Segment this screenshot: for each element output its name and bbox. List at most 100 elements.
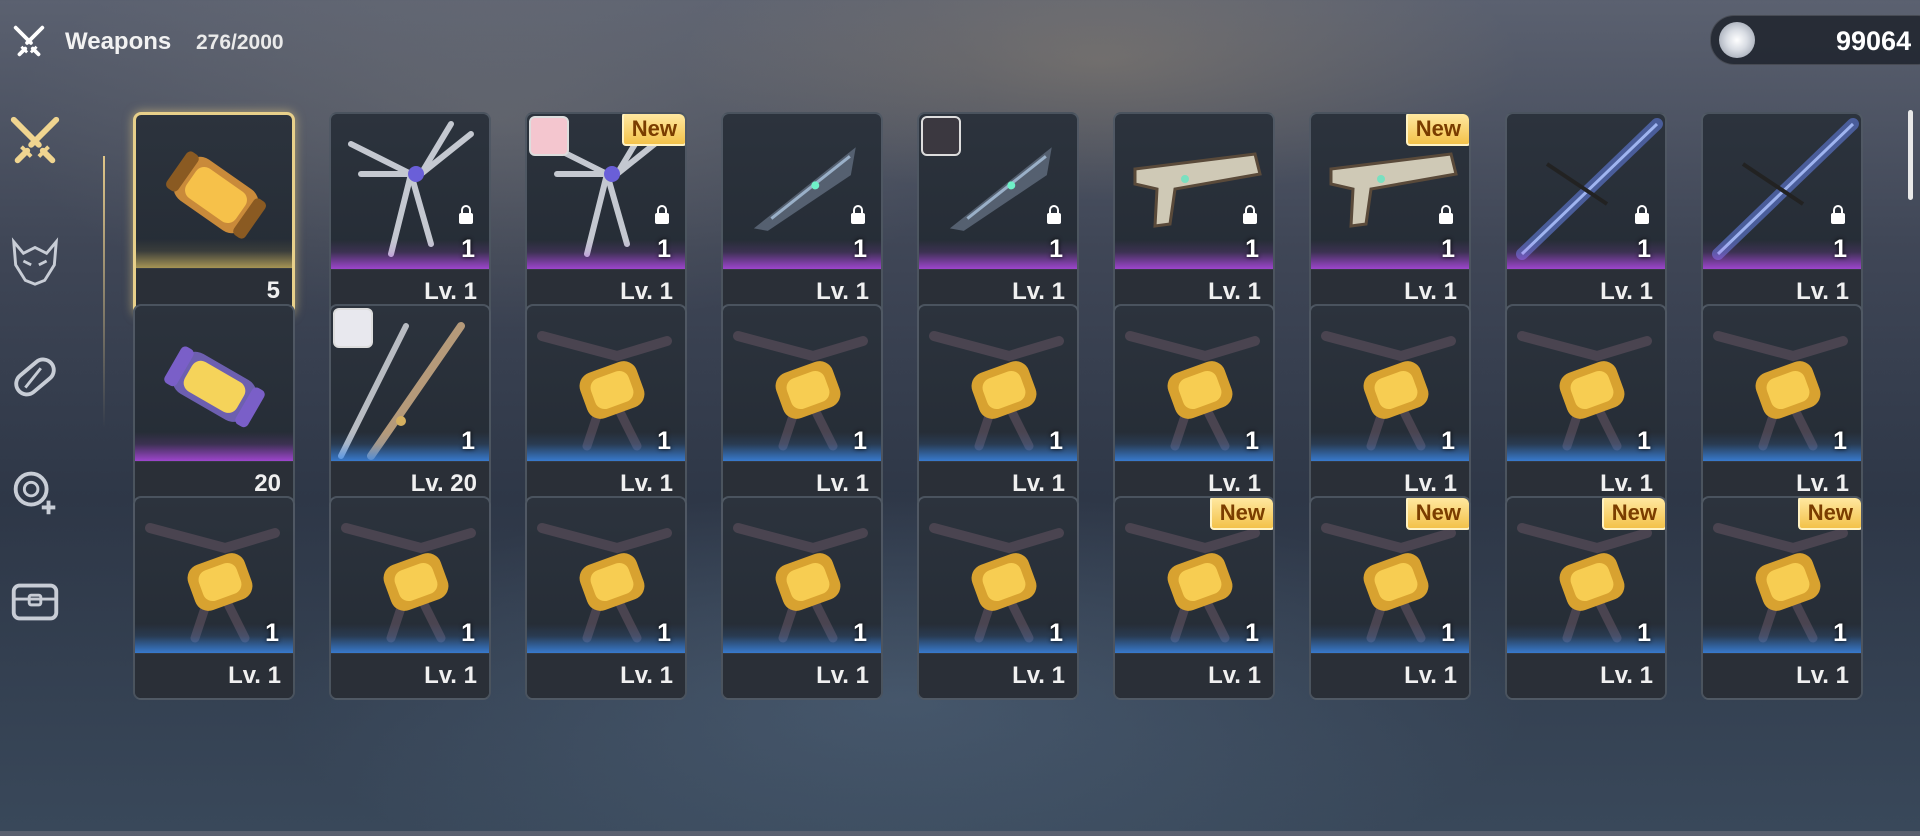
weapon-card[interactable]: Lv. 1 1 New	[1505, 496, 1667, 700]
item-quantity: 1	[1245, 427, 1259, 455]
sidebar-item-chest[interactable]	[0, 566, 70, 636]
weapon-card[interactable]: 5	[133, 112, 295, 316]
new-badge: New	[1405, 498, 1469, 530]
item-quantity: 1	[1637, 235, 1651, 263]
lock-icon[interactable]	[847, 204, 869, 226]
sidebar-divider	[103, 156, 105, 836]
item-quantity: 1	[1833, 619, 1847, 647]
item-quantity: 1	[657, 235, 671, 263]
lock-icon[interactable]	[1631, 204, 1653, 226]
weapon-level: Lv. 1	[816, 278, 869, 305]
item-quantity: 1	[1637, 619, 1651, 647]
crossed-swords-icon	[13, 25, 45, 57]
page-title: Weapons	[65, 28, 172, 55]
weapon-card[interactable]: Lv. 1 1	[721, 112, 883, 316]
weapon-card[interactable]: Lv. 1 1	[721, 496, 883, 700]
weapon-card[interactable]: Lv. 1 1	[525, 496, 687, 700]
item-quantity: 1	[265, 619, 279, 647]
lock-icon[interactable]	[1239, 204, 1261, 226]
item-quantity: 1	[1833, 427, 1847, 455]
item-quantity: 1	[1637, 427, 1651, 455]
weapon-level: Lv. 20	[410, 470, 477, 497]
weapon-card[interactable]: Lv. 1 1	[917, 304, 1079, 508]
weapon-card[interactable]: Lv. 1 1	[1113, 112, 1275, 316]
weapon-card[interactable]: Lv. 1 1 New	[1701, 496, 1863, 700]
sidebar-item-consumables[interactable]	[0, 341, 70, 411]
item-quantity: 1	[1441, 235, 1455, 263]
item-quantity: 1	[853, 235, 867, 263]
weapon-level: Lv. 1	[1404, 278, 1457, 305]
item-quantity: 1	[657, 619, 671, 647]
currency-value: 99064	[1836, 26, 1912, 56]
lock-icon[interactable]	[455, 204, 477, 226]
item-quantity: 1	[853, 427, 867, 455]
weapon-level: Lv. 1	[816, 470, 869, 497]
item-quantity: 1	[1833, 235, 1847, 263]
item-quantity: 1	[1049, 619, 1063, 647]
weapon-level: Lv. 1	[1012, 470, 1065, 497]
item-quantity: 1	[1441, 619, 1455, 647]
new-badge: New	[1405, 114, 1469, 146]
weapon-card[interactable]: Lv. 1 1	[1505, 304, 1667, 508]
lock-icon[interactable]	[1043, 204, 1065, 226]
beast-mask-icon	[11, 237, 59, 286]
item-quantity: 1	[1245, 619, 1259, 647]
sidebar-item-materials[interactable]	[0, 456, 70, 526]
crossed-swords-icon	[10, 116, 60, 164]
weapon-card[interactable]: Lv. 1 1	[721, 304, 883, 508]
weapon-level: Lv. 1	[1404, 470, 1457, 497]
weapon-level: Lv. 1	[1796, 470, 1849, 497]
pill-icon	[14, 357, 56, 397]
category-sidebar	[0, 86, 105, 836]
weapon-card[interactable]: Lv. 1 1	[1505, 112, 1667, 316]
weapon-card[interactable]: Lv. 1 1 New	[1309, 112, 1471, 316]
weapon-card[interactable]: Lv. 1 1 New	[1309, 496, 1471, 700]
item-quantity: 5	[266, 277, 280, 304]
sidebar-item-weapons[interactable]	[0, 106, 70, 176]
weapon-card[interactable]: 20	[133, 304, 295, 508]
weapon-level: Lv. 1	[424, 662, 477, 689]
item-quantity: 1	[461, 619, 475, 647]
weapon-card[interactable]: Lv. 1 1	[1309, 304, 1471, 508]
weapon-level: Lv. 1	[1012, 662, 1065, 689]
rarity-glow	[135, 432, 293, 462]
chest-icon	[11, 583, 59, 621]
weapon-card[interactable]: Lv. 1 1	[329, 496, 491, 700]
new-badge: New	[621, 114, 685, 146]
lock-icon[interactable]	[1435, 204, 1457, 226]
item-quantity: 1	[657, 427, 671, 455]
weapon-level: Lv. 1	[1600, 470, 1653, 497]
item-quantity: 1	[1049, 235, 1063, 263]
weapon-level: Lv. 1	[620, 470, 673, 497]
weapon-level: Lv. 1	[228, 662, 281, 689]
weapon-card[interactable]: Lv. 1 1 New	[525, 112, 687, 316]
weapon-card[interactable]: Lv. 1 1 New	[1113, 496, 1275, 700]
weapon-level: Lv. 1	[1208, 470, 1261, 497]
equipped-character-avatar	[333, 308, 373, 348]
currency-display: 99064	[1710, 15, 1920, 65]
weapon-card[interactable]: Lv. 1 1	[1701, 304, 1863, 508]
shell-coin-icon	[1719, 22, 1755, 58]
weapon-level: Lv. 1	[620, 662, 673, 689]
weapon-card[interactable]: Lv. 1 1	[1113, 304, 1275, 508]
weapon-card[interactable]: Lv. 1 1	[133, 496, 295, 700]
weapon-level: Lv. 1	[1404, 662, 1457, 689]
weapon-level: Lv. 1	[1208, 662, 1261, 689]
header: Weapons 276/2000 99064	[0, 0, 1920, 86]
new-badge: New	[1601, 498, 1665, 530]
lock-icon[interactable]	[651, 204, 673, 226]
item-quantity: 1	[1245, 235, 1259, 263]
weapon-level: Lv. 1	[816, 662, 869, 689]
weapon-card[interactable]: Lv. 1 1	[1701, 112, 1863, 316]
lock-icon[interactable]	[1827, 204, 1849, 226]
scrollbar[interactable]	[1908, 110, 1913, 200]
weapon-card[interactable]: Lv. 1 1	[917, 112, 1079, 316]
equipped-character-avatar	[529, 116, 569, 156]
new-badge: New	[1209, 498, 1273, 530]
weapon-level: Lv. 1	[1208, 278, 1261, 305]
weapon-card[interactable]: Lv. 1 1	[917, 496, 1079, 700]
weapon-card[interactable]: Lv. 1 1	[329, 112, 491, 316]
sidebar-item-echoes[interactable]	[0, 226, 70, 296]
weapon-card[interactable]: Lv. 20 1	[329, 304, 491, 508]
weapon-card[interactable]: Lv. 1 1	[525, 304, 687, 508]
